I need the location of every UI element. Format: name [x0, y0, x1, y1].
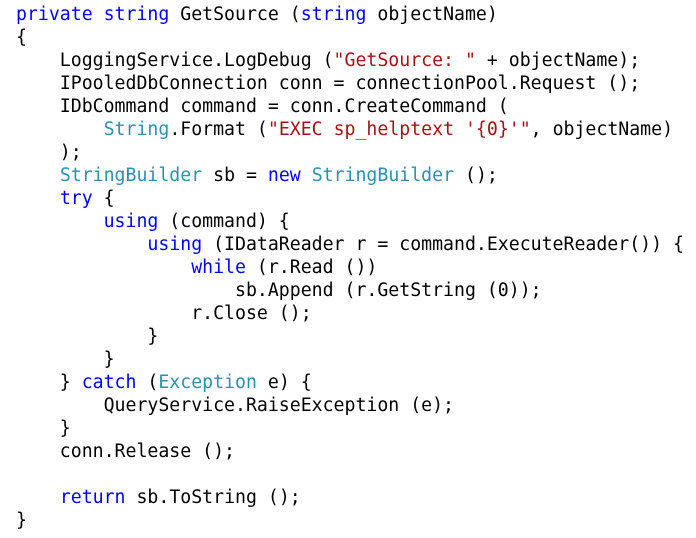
code-token-keyword: return — [59, 487, 126, 508]
code-token-type: StringBuilder — [59, 165, 203, 186]
code-token: sb.Append (r.GetString (0)); — [16, 280, 542, 301]
code-line: sb.Append (r.GetString (0)); — [16, 279, 684, 302]
code-line: conn.Release (); — [16, 440, 684, 463]
code-line: ); — [16, 141, 684, 164]
code-line: IPooledDbConnection conn = connectionPoo… — [16, 72, 684, 95]
code-token: GetSource ( — [169, 4, 301, 25]
code-token: IDbCommand command = conn.CreateCommand … — [16, 96, 509, 117]
code-line: using (command) { — [16, 210, 684, 233]
code-token: objectName) — [366, 4, 498, 25]
code-line: while (r.Read ()) — [16, 256, 684, 279]
code-token: + objectName); — [475, 50, 641, 71]
code-line: LoggingService.LogDebug ("GetSource: " +… — [16, 49, 684, 72]
code-token: } — [16, 349, 115, 370]
code-token: } — [16, 418, 71, 439]
code-line: r.Close (); — [16, 302, 684, 325]
code-line: } catch (Exception e) { — [16, 371, 684, 394]
code-token: { — [92, 188, 115, 209]
code-token-type: String — [103, 119, 170, 140]
code-token: r.Close (); — [16, 303, 312, 324]
code-line: private string GetSource (string objectN… — [16, 3, 684, 26]
code-token-keyword: using — [103, 211, 159, 232]
code-token-keyword: using — [147, 234, 203, 255]
code-line: } — [16, 348, 684, 371]
code-listing: private string GetSource (string objectN… — [16, 3, 684, 532]
code-token: (r.Read ()) — [245, 257, 378, 278]
code-token: { — [16, 27, 27, 48]
code-token: conn.Release (); — [16, 441, 235, 462]
code-token: sb = — [202, 165, 268, 186]
code-token-keyword: while — [191, 257, 246, 278]
code-line: String.Format ("EXEC sp_helptext '{0}'",… — [16, 118, 684, 141]
code-token: } — [16, 326, 159, 347]
code-token-keyword: private — [16, 4, 93, 25]
code-token: (command) { — [158, 211, 290, 232]
code-token-keyword: string — [300, 4, 367, 25]
code-line: try { — [16, 187, 684, 210]
code-token: , objectName) — [530, 119, 674, 140]
code-token-string: "GetSource: " — [333, 50, 476, 71]
code-token-keyword: catch — [81, 372, 137, 393]
code-token: IPooledDbConnection conn = connectionPoo… — [16, 73, 641, 94]
code-line: return sb.ToString (); — [16, 486, 684, 509]
code-token-type: Exception — [158, 372, 257, 393]
code-token: (IDataReader r = command.ExecuteReader()… — [202, 234, 684, 255]
code-token: (); — [454, 165, 498, 186]
code-line: { — [16, 26, 684, 49]
code-token: ); — [16, 142, 82, 163]
code-token-keyword: new — [267, 165, 301, 186]
code-token-keyword: try — [59, 188, 93, 209]
code-token: .Format ( — [169, 119, 268, 140]
code-token-type: StringBuilder — [311, 165, 455, 186]
code-line: } — [16, 417, 684, 440]
code-line: } — [16, 509, 684, 532]
code-token: e) { — [256, 372, 312, 393]
code-line: } — [16, 325, 684, 348]
code-token: } — [16, 372, 82, 393]
code-line: StringBuilder sb = new StringBuilder (); — [16, 164, 684, 187]
code-line: QueryService.RaiseException (e); — [16, 394, 684, 417]
code-token-string: "EXEC sp_helptext '{0}'" — [267, 119, 531, 140]
code-token: } — [16, 510, 27, 531]
code-line: IDbCommand command = conn.CreateCommand … — [16, 95, 684, 118]
code-token-keyword: string — [103, 4, 170, 25]
code-token: QueryService.RaiseException (e); — [16, 395, 454, 416]
code-line: using (IDataReader r = command.ExecuteRe… — [16, 233, 684, 256]
code-token: LoggingService.LogDebug ( — [16, 50, 334, 71]
code-token: sb.ToString (); — [125, 487, 301, 508]
code-token: ( — [136, 372, 159, 393]
